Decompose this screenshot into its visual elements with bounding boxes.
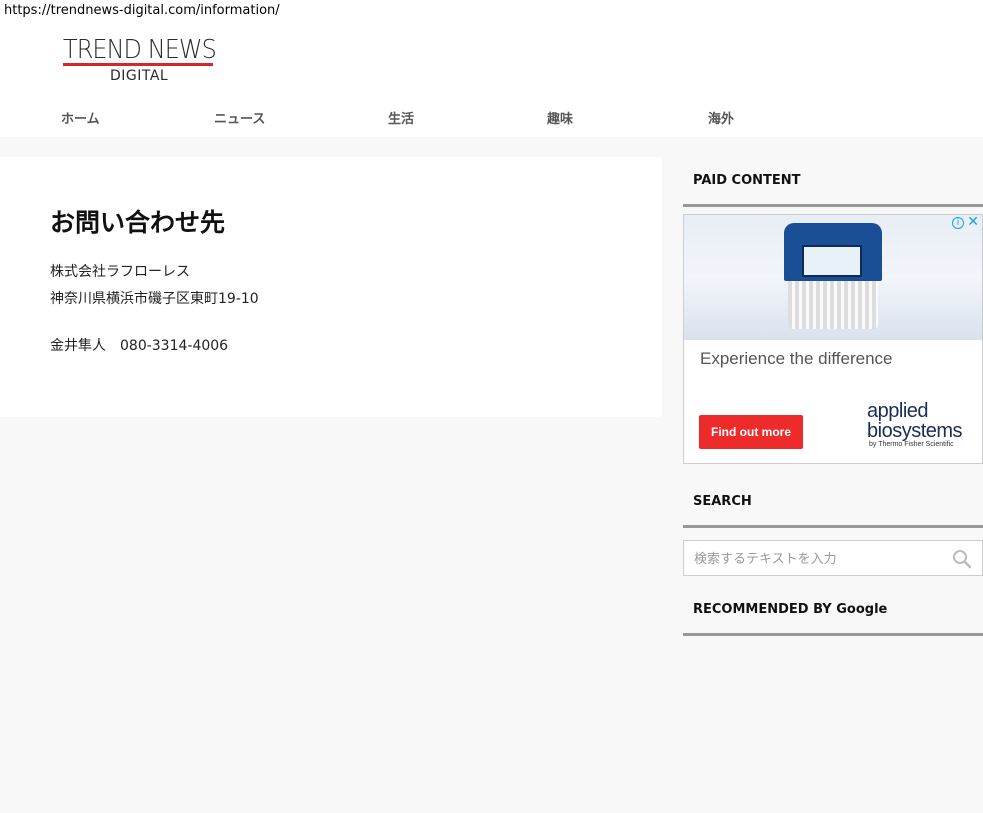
page-title: お問い合わせ先 [50, 208, 226, 237]
logo-underline [63, 63, 213, 66]
logo-subtitle: DIGITAL [110, 68, 169, 84]
ad-info-icon[interactable]: i [952, 217, 964, 229]
widget-divider [683, 204, 983, 207]
company-address: 神奈川県横浜市磯子区東町19-10 [50, 291, 259, 307]
widget-divider [683, 633, 983, 636]
company-name: 株式会社ラフローレス [50, 264, 190, 280]
nav-item-hobby[interactable]: 趣味 [547, 108, 573, 127]
main-nav: ホーム ニュース 生活 趣味 海外 [0, 108, 983, 127]
ad-headline[interactable]: Experience the difference [700, 349, 892, 369]
find-out-more-button[interactable]: Find out more [699, 415, 803, 449]
nav-item-overseas[interactable]: 海外 [708, 108, 734, 127]
site-logo[interactable]: TREND NEWS DIGITAL [63, 35, 217, 88]
nav-item-life[interactable]: 生活 [388, 108, 414, 127]
ad-image[interactable]: i ✕ [684, 215, 982, 340]
brand-line-3: by Thermo Fisher Scientific [869, 441, 954, 448]
ad-brand-logo[interactable]: applied biosystems by Thermo Fisher Scie… [867, 401, 977, 448]
search-input[interactable] [694, 549, 944, 569]
brand-line-1: applied [867, 400, 929, 422]
contact-info: 金井隼人 080-3314-4006 [50, 338, 229, 354]
nav-item-news[interactable]: ニュース [214, 108, 265, 127]
search-title: SEARCH [693, 494, 752, 509]
ad-banner[interactable]: i ✕ Experience the difference Find out m… [683, 214, 983, 464]
nav-item-home[interactable]: ホーム [61, 108, 100, 127]
thermal-cycler-image [784, 223, 882, 333]
search-icon[interactable] [952, 549, 972, 569]
widget-divider [683, 525, 983, 528]
brand-line-2: biosystems [867, 420, 963, 442]
paid-content-title: PAID CONTENT [693, 173, 801, 188]
content-card: お問い合わせ先 株式会社ラフローレス 神奈川県横浜市磯子区東町19-10 金井隼… [0, 157, 662, 417]
ad-close-icon[interactable]: ✕ [967, 215, 979, 229]
url-text: https://trendnews-digital.com/informatio… [4, 2, 280, 20]
logo-title: TREND NEWS [63, 35, 217, 65]
search-box [683, 540, 983, 576]
recommended-title: RECOMMENDED BY Google [693, 602, 888, 617]
site-header: TREND NEWS DIGITAL ホーム ニュース 生活 趣味 海外 [0, 0, 983, 137]
